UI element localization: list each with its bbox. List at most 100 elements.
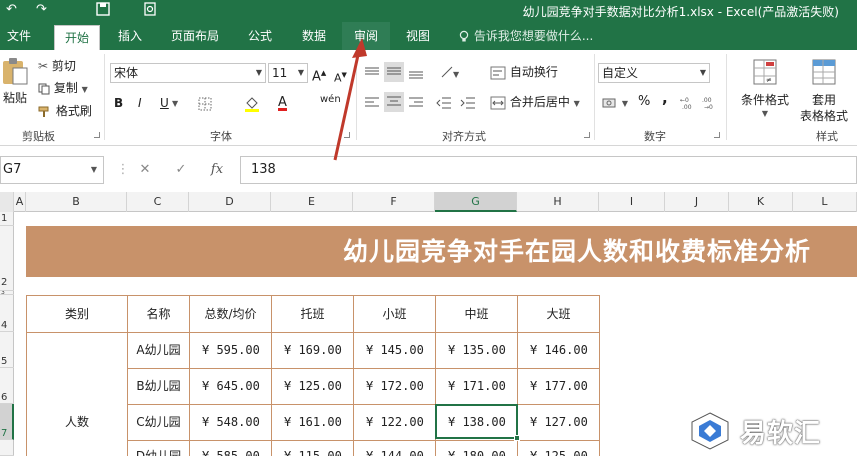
row-header-7[interactable]: 7 — [0, 404, 14, 440]
decrease-decimal-button[interactable]: .00 →0 — [702, 94, 722, 110]
select-all-corner[interactable] — [0, 192, 14, 212]
redo-icon[interactable]: ↷ — [36, 2, 47, 17]
enter-icon[interactable]: ✓ — [170, 156, 192, 184]
table-cell-tuoban[interactable]: ¥ 115.00 — [272, 441, 354, 456]
column-header-i[interactable]: I — [599, 192, 665, 212]
category-cell[interactable]: 人数 — [27, 333, 128, 456]
accounting-format-button[interactable]: ▼ — [602, 94, 628, 112]
format-painter-button[interactable]: 格式刷 — [38, 103, 92, 119]
alignment-launcher[interactable] — [584, 132, 590, 138]
number-launcher[interactable] — [714, 132, 720, 138]
table-cell-name[interactable]: D幼儿园 — [128, 441, 190, 456]
comma-button[interactable]: , — [662, 90, 668, 106]
save-icon[interactable] — [96, 2, 110, 20]
align-bottom-button[interactable] — [408, 64, 424, 80]
paste-button[interactable]: 粘贴 — [0, 56, 30, 106]
table-cell-xiaoban[interactable]: ¥ 172.00 — [354, 369, 436, 405]
column-header-h[interactable]: H — [517, 192, 599, 212]
clipboard-launcher[interactable] — [94, 132, 100, 138]
tab-file[interactable]: 文件 — [0, 22, 38, 50]
tab-formulas[interactable]: 公式 — [238, 22, 282, 50]
sheet-title-banner[interactable]: 幼儿园竞争对手在园人数和收费标准分析 — [26, 226, 857, 277]
bold-button[interactable]: B — [114, 95, 123, 111]
table-cell-total[interactable]: ¥ 585.00 — [190, 441, 272, 456]
phonetic-button[interactable]: wén — [320, 92, 341, 108]
header-cell-total[interactable]: 总数/均价 — [190, 296, 272, 333]
column-header-b[interactable]: B — [26, 192, 127, 212]
row-header-8[interactable] — [0, 440, 14, 456]
table-cell-daban[interactable]: ¥ 127.00 — [518, 405, 600, 441]
tab-insert[interactable]: 插入 — [108, 22, 152, 50]
column-header-a[interactable]: A — [14, 192, 26, 212]
column-header-d[interactable]: D — [189, 192, 271, 212]
table-cell-daban[interactable]: ¥ 177.00 — [518, 369, 600, 405]
table-cell-daban[interactable]: ¥ 125.00 — [518, 441, 600, 456]
tab-home[interactable]: 开始 — [54, 25, 100, 50]
print-preview-icon[interactable] — [143, 2, 157, 20]
align-left-button[interactable] — [364, 94, 380, 110]
table-cell-xiaoban[interactable]: ¥ 145.00 — [354, 333, 436, 369]
align-middle-button[interactable] — [384, 62, 404, 82]
column-header-c[interactable]: C — [127, 192, 189, 212]
align-right-button[interactable] — [408, 94, 424, 110]
table-cell-xiaoban[interactable]: ¥ 122.00 — [354, 405, 436, 441]
row-header-1[interactable]: 1 — [0, 212, 14, 226]
table-cell-total[interactable]: ¥ 645.00 — [190, 369, 272, 405]
table-cell-name[interactable]: A幼儿园 — [128, 333, 190, 369]
increase-decimal-button[interactable]: ←0.00 — [680, 94, 700, 110]
table-cell-xiaoban[interactable]: ¥ 144.00 — [354, 441, 436, 456]
header-cell-category[interactable]: 类别 — [27, 296, 128, 333]
table-cell-total[interactable]: ¥ 548.00 — [190, 405, 272, 441]
header-cell-daban[interactable]: 大班 — [518, 296, 600, 333]
italic-button[interactable]: I — [138, 95, 142, 111]
tab-review[interactable]: 审阅 — [342, 22, 390, 50]
underline-button[interactable]: U — [160, 95, 169, 111]
table-cell-tuoban[interactable]: ¥ 125.00 — [272, 369, 354, 405]
column-header-f[interactable]: F — [353, 192, 435, 212]
table-cell-zhongban[interactable]: ¥ 135.00 — [436, 333, 518, 369]
conditional-format-button[interactable]: ≠ 条件格式 ▼ — [736, 58, 794, 122]
column-header-k[interactable]: K — [729, 192, 793, 212]
font-size-select[interactable]: 11 ▼ — [268, 63, 308, 83]
cut-button[interactable]: ✂ 剪切 — [38, 58, 76, 74]
percent-button[interactable]: % — [638, 94, 650, 110]
row-header-5[interactable]: 5 — [0, 332, 14, 368]
row-header-2[interactable]: 2 — [0, 226, 14, 291]
header-cell-zhongban[interactable]: 中班 — [436, 296, 518, 333]
table-cell-tuoban[interactable]: ¥ 161.00 — [272, 405, 354, 441]
header-cell-xiaoban[interactable]: 小班 — [354, 296, 436, 333]
wrap-text-button[interactable]: 自动换行 — [490, 64, 558, 80]
merge-center-button[interactable]: 合并后居中 ▼ — [490, 94, 580, 112]
row-header-6[interactable]: 6 — [0, 368, 14, 404]
undo-icon[interactable]: ↶ — [6, 2, 17, 17]
table-cell-daban[interactable]: ¥ 146.00 — [518, 333, 600, 369]
column-header-l[interactable]: L — [793, 192, 857, 212]
cancel-icon[interactable]: ✕ — [134, 156, 156, 184]
align-center-button[interactable] — [384, 92, 404, 112]
header-cell-name[interactable]: 名称 — [128, 296, 190, 333]
table-cell-name[interactable]: B幼儿园 — [128, 369, 190, 405]
column-header-g[interactable]: G — [435, 192, 517, 212]
number-format-select[interactable]: 自定义 ▼ — [598, 63, 710, 83]
align-top-button[interactable] — [364, 64, 380, 80]
table-cell-total[interactable]: ¥ 595.00 — [190, 333, 272, 369]
name-box[interactable]: G7 ▼ — [0, 156, 104, 184]
table-cell-name[interactable]: C幼儿园 — [128, 405, 190, 441]
grow-font-button[interactable]: A▲ — [312, 65, 326, 85]
table-cell-zhongban[interactable]: ¥ 171.00 — [436, 369, 518, 405]
decrease-indent-button[interactable] — [436, 94, 452, 110]
font-color-button[interactable]: A — [278, 95, 287, 111]
font-name-select[interactable]: 宋体 ▼ — [110, 63, 266, 83]
insert-function-icon[interactable]: fx — [206, 156, 228, 184]
fill-color-button[interactable] — [244, 95, 260, 112]
font-launcher[interactable] — [344, 132, 350, 138]
formula-input[interactable]: 138 — [240, 156, 857, 184]
chevron-down-icon[interactable]: ▼ — [172, 96, 178, 112]
table-cell-zhongban[interactable]: ¥ 138.00 — [436, 405, 518, 441]
column-header-j[interactable]: J — [665, 192, 729, 212]
tab-page-layout[interactable]: 页面布局 — [162, 22, 228, 50]
borders-button[interactable] — [198, 95, 212, 111]
tab-data[interactable]: 数据 — [292, 22, 336, 50]
column-header-e[interactable]: E — [271, 192, 353, 212]
table-cell-zhongban[interactable]: ¥ 180.00 — [436, 441, 518, 456]
